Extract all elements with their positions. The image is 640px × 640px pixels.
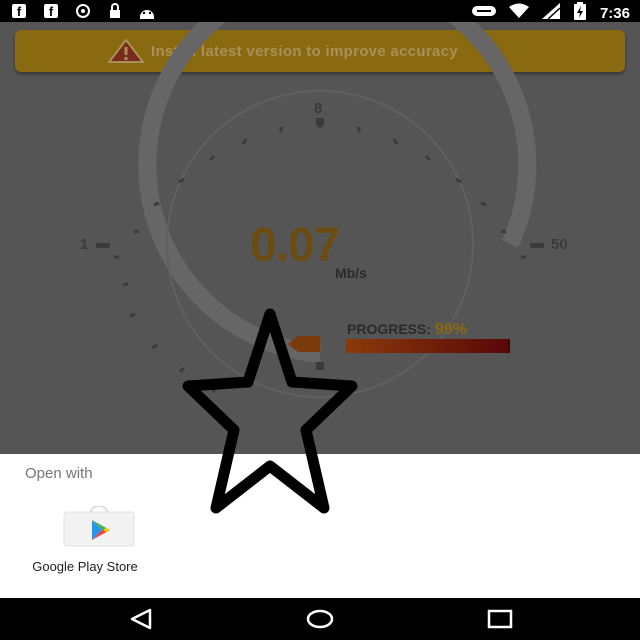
play-store-icon: [63, 506, 135, 547]
signal-icon: [541, 3, 561, 24]
scale-label-left: 1: [80, 236, 89, 253]
speed-unit: Mb/s: [335, 265, 367, 281]
back-icon[interactable]: [128, 608, 154, 630]
home-icon[interactable]: [305, 608, 335, 630]
progress-value: 99%: [434, 321, 467, 338]
lock-icon: [104, 3, 126, 19]
wifi-icon: [508, 3, 530, 24]
status-bar: f f 7:36: [0, 0, 640, 22]
progress-bar-fill: [346, 339, 509, 353]
app-option-label: Google Play Store: [32, 559, 138, 574]
scale-label-right: 50: [551, 236, 568, 253]
progress-bar: [346, 339, 510, 353]
status-time: 7:36: [599, 5, 630, 22]
app-option-google-play-store[interactable]: Google Play Store: [22, 504, 148, 574]
facebook-icon: f: [40, 3, 62, 19]
facebook-icon: f: [8, 3, 30, 19]
progress-label: PROGRESS: 99%: [347, 321, 467, 339]
speed-value: 0.07: [250, 219, 340, 272]
navigation-bar: [0, 598, 640, 640]
android-icon: [136, 3, 158, 19]
sheet-title: Open with: [25, 465, 93, 482]
location-icon: [72, 3, 94, 19]
toggle-icon: [471, 4, 496, 23]
star-icon: [182, 308, 358, 514]
scale-label-top: 8: [314, 100, 323, 117]
recents-icon[interactable]: [487, 608, 513, 630]
